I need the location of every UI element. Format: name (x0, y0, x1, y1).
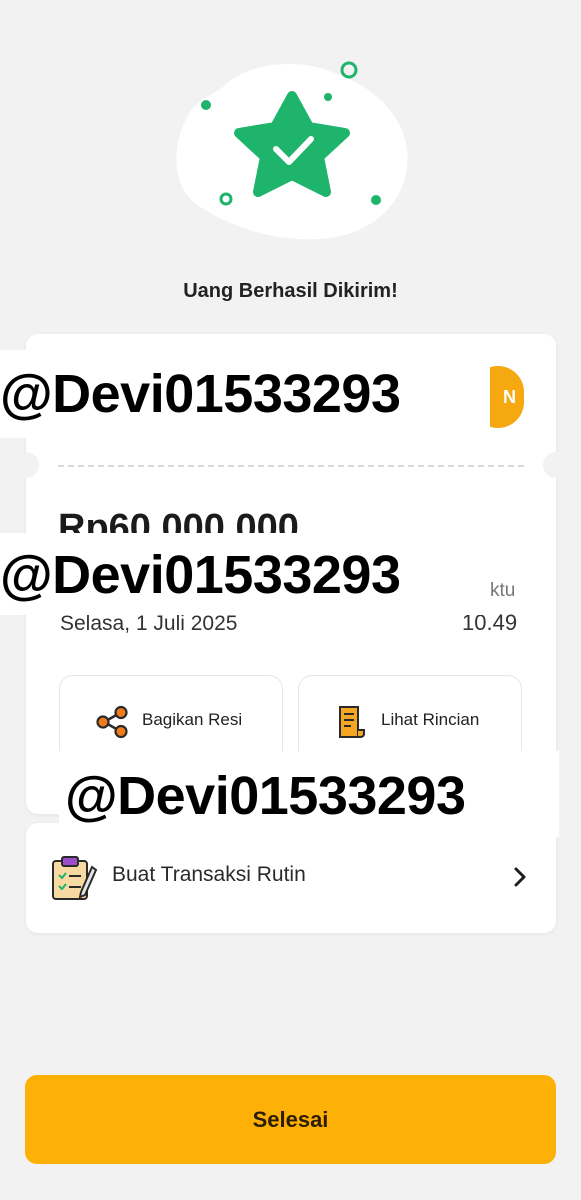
transfer-amount: Rp60.000.000 (58, 507, 299, 534)
watermark-text: @Devi01533293 (0, 350, 490, 438)
success-illustration (176, 61, 408, 240)
decor-dot (201, 100, 211, 110)
receipt-icon (339, 706, 365, 738)
ticket-notch (13, 452, 39, 478)
decor-dot (371, 195, 381, 205)
ticket-divider (58, 465, 524, 467)
watermark-text: @Devi01533293 (0, 533, 490, 615)
success-title: Uang Berhasil Dikirim! (183, 280, 398, 302)
view-details-label: Lihat Rincian (381, 710, 480, 729)
share-icon (96, 705, 128, 739)
decor-ring (340, 61, 358, 79)
clipboard-icon (52, 856, 98, 900)
share-receipt-label: Bagikan Resi (142, 710, 243, 729)
decor-dot (324, 93, 332, 101)
watermark-text: @Devi01533293 (59, 751, 559, 837)
chevron-right-icon (514, 867, 526, 887)
routine-transaction-label: Buat Transaksi Rutin (112, 863, 306, 886)
transaction-date: Selasa, 1 Juli 2025 (60, 612, 238, 635)
time-label: ktu (490, 580, 516, 601)
routine-transaction-row[interactable]: Buat Transaksi Rutin (26, 823, 556, 933)
done-button[interactable]: Selesai (25, 1075, 556, 1164)
ticket-notch (543, 452, 569, 478)
